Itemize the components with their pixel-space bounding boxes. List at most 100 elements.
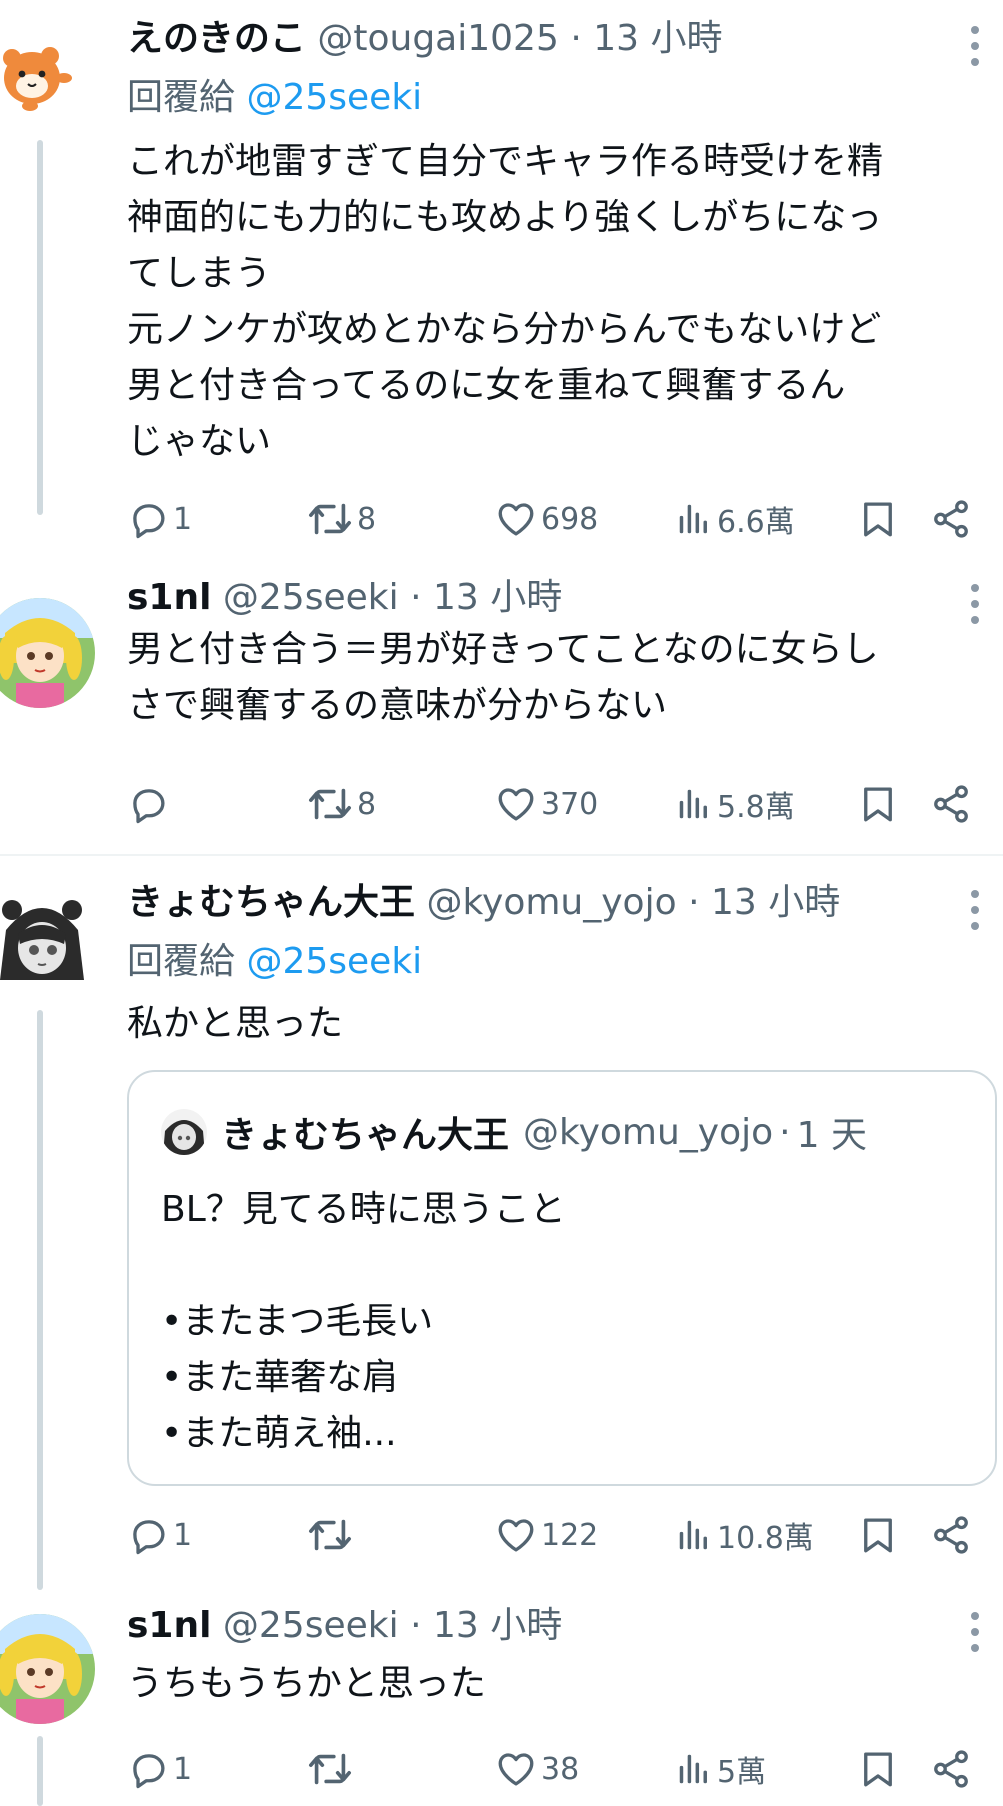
like-count: 698 (541, 501, 599, 537)
retweet-icon (307, 1512, 353, 1558)
tweet-header: きょむちゃん大王 @kyomu_yojo · 13 小時 (127, 881, 840, 925)
view-count: 6.6萬 (717, 505, 795, 540)
display-name[interactable]: えのきのこ (127, 18, 306, 59)
share-icon (930, 498, 972, 540)
more-options-icon[interactable] (967, 26, 983, 66)
timestamp[interactable]: 13 小時 (433, 1605, 562, 1646)
share-icon (930, 1748, 972, 1790)
timestamp[interactable]: 13 小時 (593, 18, 722, 59)
monochrome-girl-avatar[interactable] (0, 890, 90, 990)
reply-icon (127, 1514, 169, 1556)
reply-count: 1 (173, 1751, 193, 1787)
separator-dot: · (570, 18, 582, 59)
retweet-button[interactable] (307, 1744, 357, 1794)
views-button[interactable]: 10.8萬 (675, 1510, 814, 1560)
reply-button[interactable]: 1 (127, 494, 192, 544)
tweet[interactable]: s1nl @25seeki · 13 小時 うちもうちかと思った 1 38 5萬 (0, 1596, 1003, 1806)
tweet-header: s1nl @25seeki · 13 小時 (127, 1604, 562, 1648)
reply-mention-link[interactable]: @25seeki (246, 941, 422, 982)
heart-icon (495, 498, 537, 540)
share-button[interactable] (930, 1744, 972, 1794)
retweet-button[interactable]: 8 (307, 494, 376, 544)
retweet-count: 8 (357, 786, 377, 822)
replying-to: 回覆給 @25seeki (127, 76, 422, 120)
views-button[interactable]: 6.6萬 (675, 494, 795, 544)
timestamp[interactable]: 13 小時 (433, 577, 562, 618)
views-icon (675, 1750, 713, 1788)
quote-text: BL？見てる時に思うこと •またまつ毛長い •また華奢な肩 •また萌え袖... (161, 1189, 566, 1454)
quote-display-name: きょむちゃん大王 (221, 1115, 510, 1156)
share-icon (930, 1514, 972, 1556)
like-button[interactable]: 698 (495, 494, 598, 544)
bookmark-icon (857, 498, 899, 540)
tweet[interactable]: えのきのこ @tougai1025 · 13 小時 回覆給 @25seeki こ… (0, 0, 1003, 540)
heart-icon (495, 783, 537, 825)
reply-button[interactable] (127, 779, 173, 829)
tweet[interactable]: きょむちゃん大王 @kyomu_yojo · 13 小時 回覆給 @25seek… (0, 870, 1003, 1600)
reply-mention-link[interactable]: @25seeki (246, 77, 422, 118)
reply-icon (127, 783, 169, 825)
more-options-icon[interactable] (967, 890, 983, 930)
reply-prefix: 回覆給 (127, 941, 236, 982)
share-button[interactable] (930, 494, 972, 544)
action-bar: 8 370 5.8萬 (127, 779, 978, 829)
blonde-girl-avatar[interactable] (0, 598, 96, 708)
bookmark-icon (857, 1514, 899, 1556)
bookmark-button[interactable] (857, 1744, 899, 1794)
user-handle[interactable]: @tougai1025 (317, 18, 559, 59)
share-button[interactable] (930, 1510, 972, 1560)
action-bar: 1 8 698 6.6萬 (127, 494, 978, 544)
reply-button[interactable]: 1 (127, 1744, 192, 1794)
display-name[interactable]: きょむちゃん大王 (127, 882, 415, 923)
user-handle[interactable]: @25seeki (223, 1605, 399, 1646)
retweet-count: 8 (357, 501, 377, 537)
like-button[interactable]: 122 (495, 1510, 598, 1560)
user-handle[interactable]: @25seeki (223, 577, 399, 618)
tweet-text: これが地雷すぎて自分でキャラ作る時受けを精 神面的にも力的にも攻めより強くしがち… (127, 141, 884, 462)
like-button[interactable]: 370 (495, 779, 598, 829)
more-options-icon[interactable] (967, 1612, 983, 1652)
quoted-tweet[interactable]: きょむちゃん大王 @kyomu_yojo · 1 天 BL？見てる時に思うこと … (127, 1070, 997, 1486)
heart-icon (495, 1748, 537, 1790)
reply-count: 1 (173, 1517, 193, 1553)
views-icon (675, 785, 713, 823)
share-button[interactable] (930, 779, 972, 829)
views-icon (675, 1516, 713, 1554)
views-button[interactable]: 5萬 (675, 1744, 766, 1794)
blonde-girl-avatar[interactable] (0, 1614, 96, 1724)
tweet-text: うちもうちかと思った (127, 1663, 486, 1704)
timestamp[interactable]: 13 小時 (711, 882, 840, 923)
like-count: 122 (541, 1517, 599, 1553)
reply-icon (127, 498, 169, 540)
display-name[interactable]: s1nl (127, 1605, 211, 1646)
display-name[interactable]: s1nl (127, 577, 211, 618)
views-button[interactable]: 5.8萬 (675, 779, 795, 829)
like-count: 370 (541, 786, 599, 822)
tweet[interactable]: s1nl @25seeki · 13 小時 男と付き合う＝男が好きってことなのに… (0, 577, 1003, 852)
bookmark-button[interactable] (857, 494, 899, 544)
separator-dot: · (410, 577, 422, 618)
bookmark-button[interactable] (857, 1510, 899, 1560)
share-icon (930, 783, 972, 825)
separator-dot: · (410, 1605, 422, 1646)
quote-timestamp: 1 天 (796, 1115, 867, 1156)
heart-icon (495, 1514, 537, 1556)
views-icon (675, 500, 713, 538)
retweet-button[interactable]: 8 (307, 779, 376, 829)
view-count: 5萬 (717, 1755, 767, 1790)
separator-dot: · (688, 882, 700, 923)
hamster-avatar[interactable] (0, 20, 75, 120)
retweet-icon (307, 1746, 353, 1792)
reply-button[interactable]: 1 (127, 1510, 192, 1560)
bookmark-button[interactable] (857, 779, 899, 829)
thread-line (37, 1736, 43, 1806)
quote-header: きょむちゃん大王 @kyomu_yojo · 1 天 (161, 1104, 867, 1160)
like-button[interactable]: 38 (495, 1744, 579, 1794)
user-handle[interactable]: @kyomu_yojo (426, 882, 676, 923)
reply-icon (127, 1748, 169, 1790)
more-options-icon[interactable] (967, 584, 983, 624)
tweet-text: 私かと思った (127, 1003, 344, 1044)
action-bar: 1 38 5萬 (127, 1744, 978, 1794)
quote-user-handle: @kyomu_yojo (523, 1111, 774, 1153)
retweet-button[interactable] (307, 1510, 357, 1560)
